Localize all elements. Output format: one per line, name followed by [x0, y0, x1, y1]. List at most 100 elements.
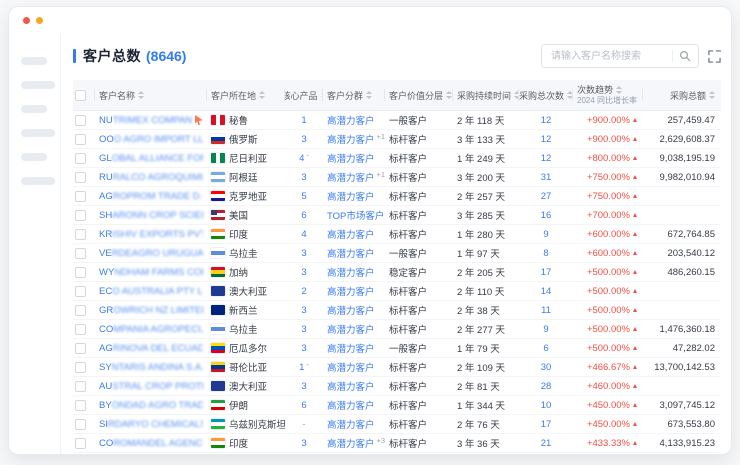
- purchase-duration-cell: 1 年 249 天: [453, 149, 519, 167]
- table-row[interactable]: AGRINOVA DEL ECUADOR S.A厄瓜多尔3高潜力客户一般客户1 …: [73, 339, 721, 358]
- value-tier-cell: 一般客户: [385, 111, 453, 129]
- customer-name-link[interactable]: OOO AGRO IMPORT LLC: [99, 134, 203, 145]
- row-checkbox[interactable]: [75, 267, 86, 278]
- column-label: 客户名称: [99, 89, 135, 102]
- name-prefix: NU: [99, 115, 113, 126]
- column-header-duration[interactable]: 采购持续时间: [453, 80, 519, 110]
- customer-name-link[interactable]: KRISHIV EXPORTS PVT LTD: [99, 229, 203, 240]
- row-checkbox[interactable]: [75, 210, 86, 221]
- window-minimize-button[interactable]: [36, 17, 43, 24]
- row-checkbox[interactable]: [75, 400, 86, 411]
- row-checkbox[interactable]: [75, 248, 86, 259]
- customer-name-link[interactable]: AGROPROM TRADE D.O.O: [99, 191, 203, 202]
- table-row[interactable]: COMPANIA AGROPECUARIA DEL R...乌拉圭3高潜力客户标…: [73, 320, 721, 339]
- purchase-amount: 1,476,360.18: [660, 324, 715, 335]
- row-checkbox[interactable]: [75, 229, 86, 240]
- row-checkbox[interactable]: [75, 362, 86, 373]
- purchase-duration-cell: 2 年 277 天: [453, 320, 519, 338]
- row-checkbox[interactable]: [75, 419, 86, 430]
- column-header-products[interactable]: 核心产品: [285, 80, 323, 110]
- row-checkbox[interactable]: [75, 286, 86, 297]
- table-row[interactable]: NUTRIMEX COMPANY S.A.C秘鲁1高潜力客户一般客户2 年 11…: [73, 111, 721, 130]
- table-row[interactable]: OOO AGRO IMPORT LLC俄罗斯3高潜力客户+1标杆客户3 年 13…: [73, 130, 721, 149]
- column-header-amount[interactable]: 采购总额: [643, 80, 721, 110]
- customer-name-link[interactable]: COMPANIA AGROPECUARIA DEL R...: [99, 324, 203, 335]
- customer-name-link[interactable]: ECO AUSTRALIA PTY LIMITED: [99, 286, 203, 297]
- customer-name-link[interactable]: VERDEAGRO URUGUAY S.R.L: [99, 248, 203, 259]
- sort-icon[interactable]: [259, 91, 265, 99]
- table-row[interactable]: BRIGHTON AGRI LANKA PVT LTD斯里兰卡5高潜力客户标杆客…: [73, 453, 721, 455]
- name-prefix: AG: [99, 343, 113, 354]
- search-input[interactable]: [549, 50, 668, 63]
- select-all-checkbox[interactable]: [75, 90, 86, 101]
- purchase-duration-cell: 3 年 133 天: [453, 130, 519, 148]
- value-tier-cell: 一般客户: [385, 339, 453, 357]
- row-checkbox[interactable]: [75, 134, 86, 145]
- customer-name-link[interactable]: RURALCO AGROQUIMICOS S.A: [99, 172, 203, 183]
- sort-icon[interactable]: [709, 91, 715, 99]
- search-icon[interactable]: [679, 50, 691, 62]
- table-row[interactable]: SHARONN CROP SCIENCE INC美国6TOP市场客户标杆客户3 …: [73, 206, 721, 225]
- table-row[interactable]: SYNTARIS ANDINA S.A.S哥伦比亚1-高潜力客户标杆客户2 年 …: [73, 358, 721, 377]
- trend-up-icon: [633, 213, 637, 217]
- name-redacted: O AUSTRALIA PTY LIMITED: [112, 286, 203, 297]
- table-row[interactable]: RURALCO AGROQUIMICOS S.A阿根廷3高潜力客户+1标杆客户3…: [73, 168, 721, 187]
- fullscreen-icon[interactable]: [708, 50, 721, 63]
- customer-location-cell: 厄瓜多尔: [207, 339, 285, 357]
- sort-icon[interactable]: [446, 91, 452, 99]
- customer-name-cell: COROMANDEL AGENCIES INDIA LTD: [95, 434, 207, 452]
- window-close-button[interactable]: [23, 17, 30, 24]
- table-row[interactable]: AUSTRAL CROP PROTECTION P...澳大利亚3高潜力客户标杆…: [73, 377, 721, 396]
- column-header-trend[interactable]: 次数趋势2024 同比增长率: [573, 80, 643, 110]
- customer-name-link[interactable]: NUTRIMEX COMPANY S.A.C: [99, 115, 192, 126]
- row-checkbox[interactable]: [75, 172, 86, 183]
- growth-rate: +750.00%: [587, 172, 630, 183]
- row-checkbox[interactable]: [75, 343, 86, 354]
- row-checkbox[interactable]: [75, 381, 86, 392]
- row-checkbox[interactable]: [75, 191, 86, 202]
- row-checkbox[interactable]: [75, 153, 86, 164]
- column-header-tier[interactable]: 客户价值分层: [385, 80, 453, 110]
- sort-icon[interactable]: [366, 91, 372, 99]
- customer-name-link[interactable]: WYNDHAM FARMS COMPANY LTD: [99, 267, 203, 278]
- customer-name-link[interactable]: SIRDARYO CHEMICALS MCHJ X...: [99, 419, 203, 430]
- table-row[interactable]: AGROPROM TRADE D.O.O克罗地亚5高潜力客户标杆客户2 年 25…: [73, 187, 721, 206]
- growth-rate: +450.00%: [587, 419, 630, 430]
- core-products-cell: 4-: [285, 149, 323, 167]
- customer-name-link[interactable]: GLOBAL ALLIANCE FOR CHEMICA...: [99, 153, 203, 164]
- sort-icon[interactable]: [616, 86, 622, 94]
- row-checkbox[interactable]: [75, 115, 86, 126]
- column-header-segment[interactable]: 客户分群: [323, 80, 385, 110]
- table-row[interactable]: ECO AUSTRALIA PTY LIMITED澳大利亚2高潜力客户标杆客户2…: [73, 282, 721, 301]
- table-row[interactable]: GLOBAL ALLIANCE FOR CHEMICA...尼日利亚4-高潜力客…: [73, 149, 721, 168]
- customer-name-link[interactable]: SHARONN CROP SCIENCE INC: [99, 210, 203, 221]
- customer-name-link[interactable]: AGRINOVA DEL ECUADOR S.A: [99, 343, 203, 354]
- table-row[interactable]: SIRDARYO CHEMICALS MCHJ X...乌兹别克斯坦-高潜力客户…: [73, 415, 721, 434]
- column-header-name[interactable]: 客户名称: [95, 80, 207, 110]
- sort-icon[interactable]: [138, 91, 144, 99]
- table-row[interactable]: VERDEAGRO URUGUAY S.R.L乌拉圭3高潜力客户一般客户1 年 …: [73, 244, 721, 263]
- segment-label: 高潜力客户: [327, 132, 375, 146]
- table-row[interactable]: GROWRICH NZ LIMITED新西兰3高潜力客户标杆客户2 年 38 天…: [73, 301, 721, 320]
- search-box[interactable]: [541, 44, 699, 68]
- table-row[interactable]: COROMANDEL AGENCIES INDIA LTD印度3高潜力客户+3标…: [73, 434, 721, 453]
- tier-label: 标杆客户: [389, 189, 427, 203]
- customer-name-link[interactable]: GROWRICH NZ LIMITED: [99, 305, 203, 316]
- table-row[interactable]: WYNDHAM FARMS COMPANY LTD加纳3高潜力客户稳定客户2 年…: [73, 263, 721, 282]
- table-row[interactable]: BYONDAD AGRO TRADING CO伊朗6高潜力客户标杆客户1 年 3…: [73, 396, 721, 415]
- purchase-count-cell: 14: [519, 282, 573, 300]
- row-checkbox[interactable]: [75, 305, 86, 316]
- customer-name-link[interactable]: AUSTRAL CROP PROTECTION P...: [99, 381, 203, 392]
- column-header-location[interactable]: 客户所在地: [207, 80, 285, 110]
- table-row[interactable]: KRISHIV EXPORTS PVT LTD印度4高潜力客户标杆客户1 年 2…: [73, 225, 721, 244]
- row-checkbox[interactable]: [75, 324, 86, 335]
- column-header-count[interactable]: 采购总次数: [519, 80, 573, 110]
- country-flag-icon: [211, 419, 225, 429]
- customer-name-link[interactable]: BYONDAD AGRO TRADING CO: [99, 400, 203, 411]
- customer-name-link[interactable]: SYNTARIS ANDINA S.A.S: [99, 362, 203, 373]
- customer-name-link[interactable]: COROMANDEL AGENCIES INDIA LTD: [99, 438, 203, 449]
- country-flag-icon: [211, 191, 225, 201]
- row-checkbox[interactable]: [75, 438, 86, 449]
- row-checkbox-cell: [73, 225, 95, 243]
- country-flag-icon: [211, 362, 225, 372]
